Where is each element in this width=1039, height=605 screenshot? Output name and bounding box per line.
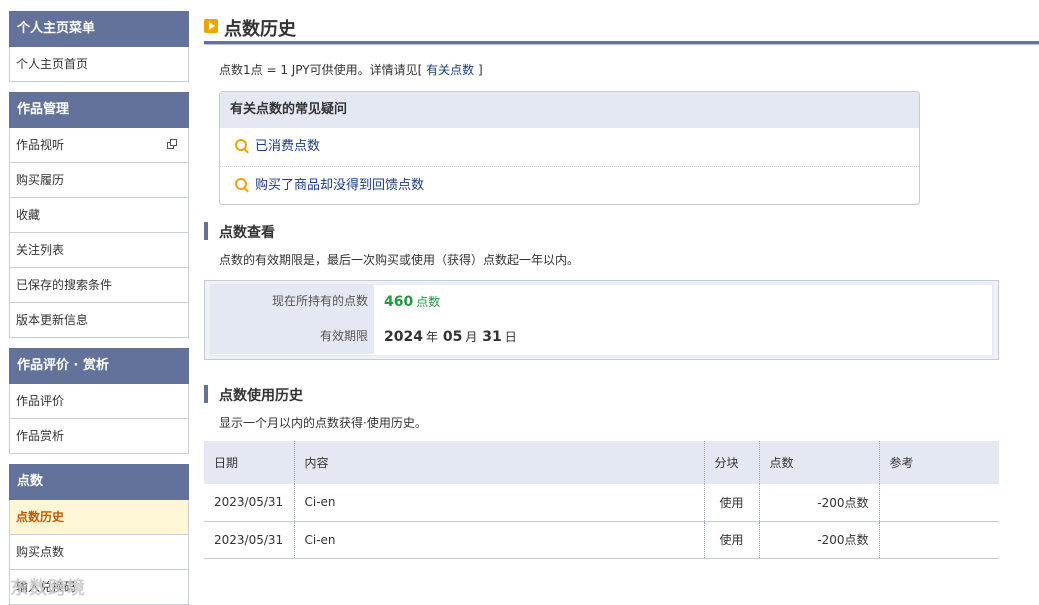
sidebar-group-works: 作品管理 作品视听 购买履历 收藏 关注列表 已保存的搜索条件 版本更新信息 [9, 92, 189, 338]
expiry-label: 有效期限 [211, 319, 374, 354]
current-points-label: 现在所持有的点数 [211, 284, 374, 319]
cell-type: 使用 [703, 484, 759, 522]
intro-text: 点数1点 = 1 JPY可供使用。详情请见[ [219, 63, 427, 77]
points-intro: 点数1点 = 1 JPY可供使用。详情请见[ 有关点数 ] [219, 61, 1039, 77]
sidebar-item-points-history[interactable]: 点数历史 [9, 500, 189, 535]
section-title: 点数使用历史 [219, 388, 303, 404]
page-title: 点数历史 [224, 19, 296, 40]
table-header-row: 日期 内容 分块 点数 参考 [204, 441, 999, 484]
faq-title: 有关点数的常见疑问 [220, 92, 919, 128]
points-unit: 点数 [416, 295, 441, 309]
sidebar-group-reviews: 作品评价 · 赏析 作品评价 作品赏析 [9, 348, 189, 454]
sidebar-item-saved-searches[interactable]: 已保存的搜索条件 [9, 268, 189, 303]
section-bar [204, 222, 208, 240]
faq-item-label: 购买了商品却没得到回馈点数 [255, 178, 425, 193]
history-note: 显示一个月以内的点数获得·使用历史。 [219, 416, 427, 430]
sidebar-header-profile: 个人主页菜单 [9, 11, 189, 47]
sidebar-item-favorites[interactable]: 收藏 [9, 198, 189, 233]
sidebar-item-appreciation[interactable]: 作品赏析 [9, 419, 189, 454]
watermark-text: 东数跨境 [10, 578, 86, 599]
expiry-day: 31 [482, 329, 502, 345]
cell-date: 2023/05/31 [204, 484, 294, 522]
section-bar [204, 385, 208, 403]
points-expiry-note: 点数的有效期限是，最后一次购买或使用（获得）点数起一年以内。 [219, 253, 580, 267]
faq-box: 有关点数的常见疑问 已消费点数 购买了商品却没得到回馈点数 [219, 91, 920, 205]
cell-content: Ci-en [293, 521, 704, 559]
current-points-row: 现在所持有的点数 460 点数 [211, 284, 992, 320]
column-header-content: 内容 [293, 441, 704, 484]
sidebar-header-points: 点数 [9, 464, 189, 500]
sidebar-header-works: 作品管理 [9, 92, 189, 128]
cell-note [878, 521, 999, 559]
sidebar-item-buy-points[interactable]: 购买点数 [9, 535, 189, 570]
expiry-row: 有效期限 2024 年 05 月 31 日 [211, 319, 992, 355]
sidebar-header-reviews: 作品评价 · 赏析 [9, 348, 189, 384]
points-balance-box: 现在所持有的点数 460 点数 有效期限 2024 年 05 月 31 日 [204, 280, 999, 360]
page-title-row: 点数历史 [204, 11, 1039, 43]
sidebar-item-reviews[interactable]: 作品评价 [9, 384, 189, 419]
sidebar-item-label: 作品视听 [16, 138, 65, 152]
external-window-icon [167, 139, 178, 149]
section-points-history: 点数使用历史 [204, 384, 1039, 406]
sidebar-item-profile-home[interactable]: 个人主页首页 [9, 47, 189, 82]
sidebar-item-purchase-history[interactable]: 购买履历 [9, 163, 189, 198]
cell-note [878, 484, 999, 522]
month-unit: 月 [465, 330, 478, 344]
column-header-type: 分块 [703, 441, 759, 484]
cell-type: 使用 [703, 521, 759, 559]
faq-item-missing-rewards[interactable]: 购买了商品却没得到回馈点数 [220, 166, 919, 204]
main-content: 点数历史 点数1点 = 1 JPY可供使用。详情请见[ 有关点数 ] 有关点数的… [204, 11, 1039, 559]
section-points-check: 点数查看 [204, 221, 1039, 243]
sidebar-item-version-updates[interactable]: 版本更新信息 [9, 303, 189, 338]
points-number: 460 [384, 294, 414, 310]
search-icon [235, 178, 247, 190]
column-header-date: 日期 [204, 441, 294, 484]
year-unit: 年 [425, 330, 438, 344]
expiry-month: 05 [442, 329, 463, 345]
cell-date: 2023/05/31 [204, 521, 294, 559]
faq-item-consumed-points[interactable]: 已消费点数 [220, 128, 919, 166]
column-header-points: 点数 [758, 441, 879, 484]
section-title: 点数查看 [219, 225, 275, 241]
table-row: 2023/05/31 Ci-en 使用 -200点数 [204, 521, 999, 559]
column-header-note: 参考 [878, 441, 999, 484]
about-points-link[interactable]: 有关点数 [426, 63, 474, 77]
points-history-table: 日期 内容 分块 点数 参考 2023/05/31 Ci-en 使用 -200点… [204, 441, 999, 559]
sidebar-group-profile: 个人主页菜单 个人主页首页 [9, 11, 189, 82]
current-points-value: 460 点数 [374, 293, 440, 310]
expiry-year: 2024 [384, 329, 423, 345]
intro-end: ] [474, 63, 483, 77]
play-icon [204, 19, 218, 33]
sidebar-item-works-view[interactable]: 作品视听 [9, 128, 189, 163]
faq-item-label: 已消费点数 [255, 139, 321, 154]
search-icon [235, 139, 247, 151]
sidebar: 个人主页菜单 个人主页首页 作品管理 作品视听 购买履历 收藏 关注列表 已保存… [9, 11, 189, 605]
expiry-value: 2024 年 05 月 31 日 [374, 328, 517, 345]
cell-points: -200点数 [758, 521, 879, 559]
table-row: 2023/05/31 Ci-en 使用 -200点数 [204, 484, 999, 522]
cell-points: -200点数 [758, 484, 879, 522]
day-unit: 日 [504, 330, 517, 344]
cell-content: Ci-en [293, 484, 704, 522]
sidebar-item-follow-list[interactable]: 关注列表 [9, 233, 189, 268]
